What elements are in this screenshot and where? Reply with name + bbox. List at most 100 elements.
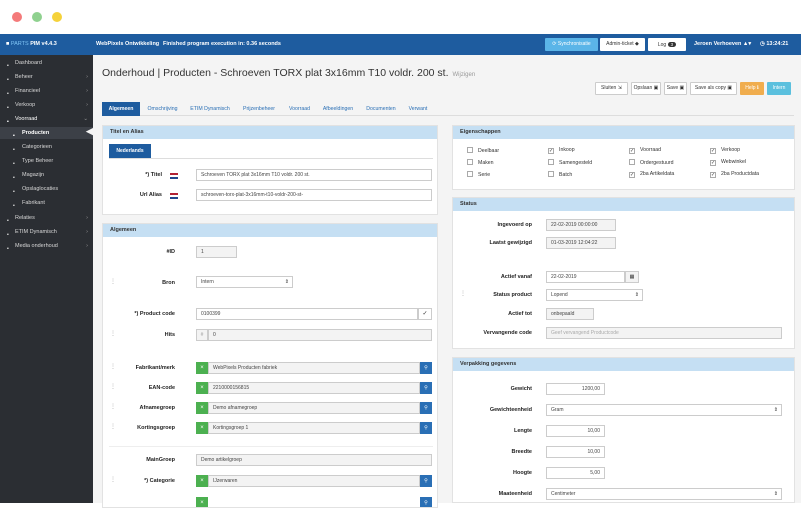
url-alias-input[interactable]: schroeven-torx-plat-3x16mm-t10-voldr-200… [196,189,432,201]
clear-icon[interactable]: × [196,402,208,414]
tab-verwant[interactable]: Verwant [402,102,434,116]
app-logo[interactable]: ■ PARTS PIM v4.4.3 [6,41,57,47]
intern-button[interactable]: Intern [767,82,791,95]
status-product-select[interactable]: Lopend ⇕ [546,289,643,301]
sidebar-item-voorraad[interactable]: ▪ Voorraad ⌄ [0,113,93,125]
drag-handle-icon[interactable]: ⋮ [110,278,116,285]
sidebar-item-relaties[interactable]: ▪ Relaties › [0,212,93,224]
admin-ticket-button[interactable]: Admin-ticket ◆ [600,38,645,51]
save-button[interactable]: Save ▣ [664,82,687,95]
checkbox-samengesteld[interactable]: Samengesteld [548,159,592,166]
checkbox-deelbaar[interactable]: Deelbaar [467,147,499,154]
sidebar-item-type-beheer[interactable]: ▪ Type Beheer [0,155,93,167]
vervangende-input[interactable]: Geef vervangend Productcode [546,327,782,339]
user-menu[interactable]: Jeroen Verhoeven ▲▾ [694,41,751,47]
clear-icon[interactable]: × [196,382,208,394]
drag-handle-icon[interactable]: ⋮ [110,363,116,370]
checkbox-2ba-artikeldata[interactable]: ✓ 2ba Artikeldata [629,171,674,178]
ingevoerd-label: Ingevoerd op [497,222,532,228]
sidebar-item-etim[interactable]: ▪ ETIM Dynamisch › [0,226,93,238]
help-button[interactable]: Help ℹ [740,82,764,95]
user-icon: ▲▾ [742,41,752,47]
clear-icon[interactable]: × [196,422,208,434]
tab-omschrijving[interactable]: Omschrijving [140,102,185,116]
lengte-input[interactable]: 10,00 [546,425,605,437]
search-icon[interactable]: ⚲ [420,382,432,394]
checkbox-inkoop[interactable]: ✓ Inkoop [548,147,575,154]
search-icon[interactable]: ⚲ [420,402,432,414]
actief-tot-field: onbepaald [546,308,594,320]
sidebar-item-fabrikant[interactable]: ▪ Fabrikant [0,197,93,209]
gewichteenheid-select[interactable]: Gram ⇕ [546,404,782,416]
flag-nl-icon [170,193,178,199]
sidebar-item-beheer[interactable]: ▪ Beheer › [0,71,93,83]
gewicht-input[interactable]: 1200,00 [546,383,605,395]
sidebar-item-magazijn[interactable]: ▪ Magazijn [0,169,93,181]
search-icon[interactable]: ⚲ [420,497,432,507]
sidebar-item-categorieen[interactable]: ▪ Categorieen [0,141,93,153]
close-window-dot[interactable] [12,12,22,22]
clear-icon[interactable]: × [196,497,208,507]
maingroep-field: Demo artikelgroep [196,454,432,466]
tab-prijzenbeheer[interactable]: Prijzenbeheer [235,102,283,116]
page-title: Onderhoud | Producten - Schroeven TORX p… [102,67,476,79]
breedte-input[interactable]: 10,00 [546,446,605,458]
tab-documenten[interactable]: Documenten [360,102,402,116]
maingroep-label: MainGroep [146,457,175,463]
log-button[interactable]: Log 3 [648,38,686,51]
chevron-right-icon: › [86,229,88,235]
sidebar-item-dashboard[interactable]: ▪ Dashboard [0,57,93,69]
checkbox-maken[interactable]: Maken [467,159,494,166]
tab-nederlands[interactable]: Nederlands [109,144,151,158]
tab-afbeeldingen[interactable]: Afbeeldingen [316,102,360,116]
hits-prefix-icon: # [196,329,208,341]
search-icon[interactable]: ⚲ [420,422,432,434]
opslaan-button[interactable]: Opslaan ▣ [631,82,661,95]
clear-icon[interactable]: × [196,362,208,374]
maateenheid-select[interactable]: Centimeter ⇕ [546,488,782,500]
bron-select[interactable]: Intern ⇕ [196,276,293,288]
kortingsgroep-label: Kortingsgroep [137,425,175,431]
wrench-icon: ◆ [635,41,639,47]
maximize-window-dot[interactable] [32,12,42,22]
url-alias-label: Url Alias [139,192,162,198]
afnamegroep-label: Afnamegroep [139,405,175,411]
tab-voorraad[interactable]: Voorraad [283,102,316,116]
search-icon[interactable]: ⚲ [420,475,432,487]
drag-handle-icon[interactable]: ⋮ [110,423,116,430]
sidebar-item-verkoop[interactable]: ▪ Verkoop › [0,99,93,111]
checkbox-webwinkel[interactable]: ✓ Webwinkel [710,159,746,166]
checkbox-ordergestuurd[interactable]: Ordergestuurd [629,159,673,166]
checkbox-2ba-productdata[interactable]: ✓ 2ba Productdata [710,171,759,178]
drag-handle-icon[interactable]: ⋮ [110,476,116,483]
hoogte-input[interactable]: 5,00 [546,467,605,479]
drag-handle-icon[interactable]: ⋮ [110,330,116,337]
search-icon[interactable]: ⚲ [420,362,432,374]
checkbox-serie[interactable]: Serie [467,171,490,178]
tab-algemeen[interactable]: Algemeen [102,102,140,116]
sync-button[interactable]: ⟳ Synchronisatie [545,38,598,51]
sidebar-item-financieel[interactable]: ▪ Financieel › [0,85,93,97]
calendar-icon[interactable]: ▦ [625,271,639,283]
verpakking-header: Verpakking gegevens [453,358,794,371]
productcode-input[interactable]: 0100399 [196,308,418,320]
clear-icon[interactable]: × [196,475,208,487]
drag-handle-icon[interactable]: ⋮ [110,383,116,390]
actief-vanaf-input[interactable]: 22-02-2019 [546,271,625,283]
checkbox-verkoop[interactable]: ✓ Verkoop [710,147,740,154]
checkbox-batch[interactable]: Batch [548,171,572,178]
drag-handle-icon[interactable]: ⋮ [460,290,466,297]
titel-input[interactable]: Schroeven TORX plat 3x16mm T10 voldr. 20… [196,169,432,181]
save-copy-button[interactable]: Save als copy ▣ [690,82,737,95]
info-icon: ℹ [756,85,759,91]
check-icon[interactable]: ✓ [418,308,432,320]
minimize-window-dot[interactable] [52,12,62,22]
sidebar-item-producten[interactable]: ▪ Producten ◀ [0,126,93,139]
sidebar-item-opslaglocaties[interactable]: ▪ Opslaglocaties [0,183,93,195]
sidebar-item-media[interactable]: ▪ Media onderhoud › [0,240,93,252]
sidebar: ▪ Dashboard ▪ Beheer › ▪ Financieel › ▪ Verkoo… [0,55,93,503]
close-button[interactable]: Sluiten ⇲ [595,82,628,95]
drag-handle-icon[interactable]: ⋮ [110,403,116,410]
tab-etim-dynamisch[interactable]: ETIM Dynamisch [185,102,235,116]
checkbox-voorraad[interactable]: ✓ Voorraad [629,147,661,154]
